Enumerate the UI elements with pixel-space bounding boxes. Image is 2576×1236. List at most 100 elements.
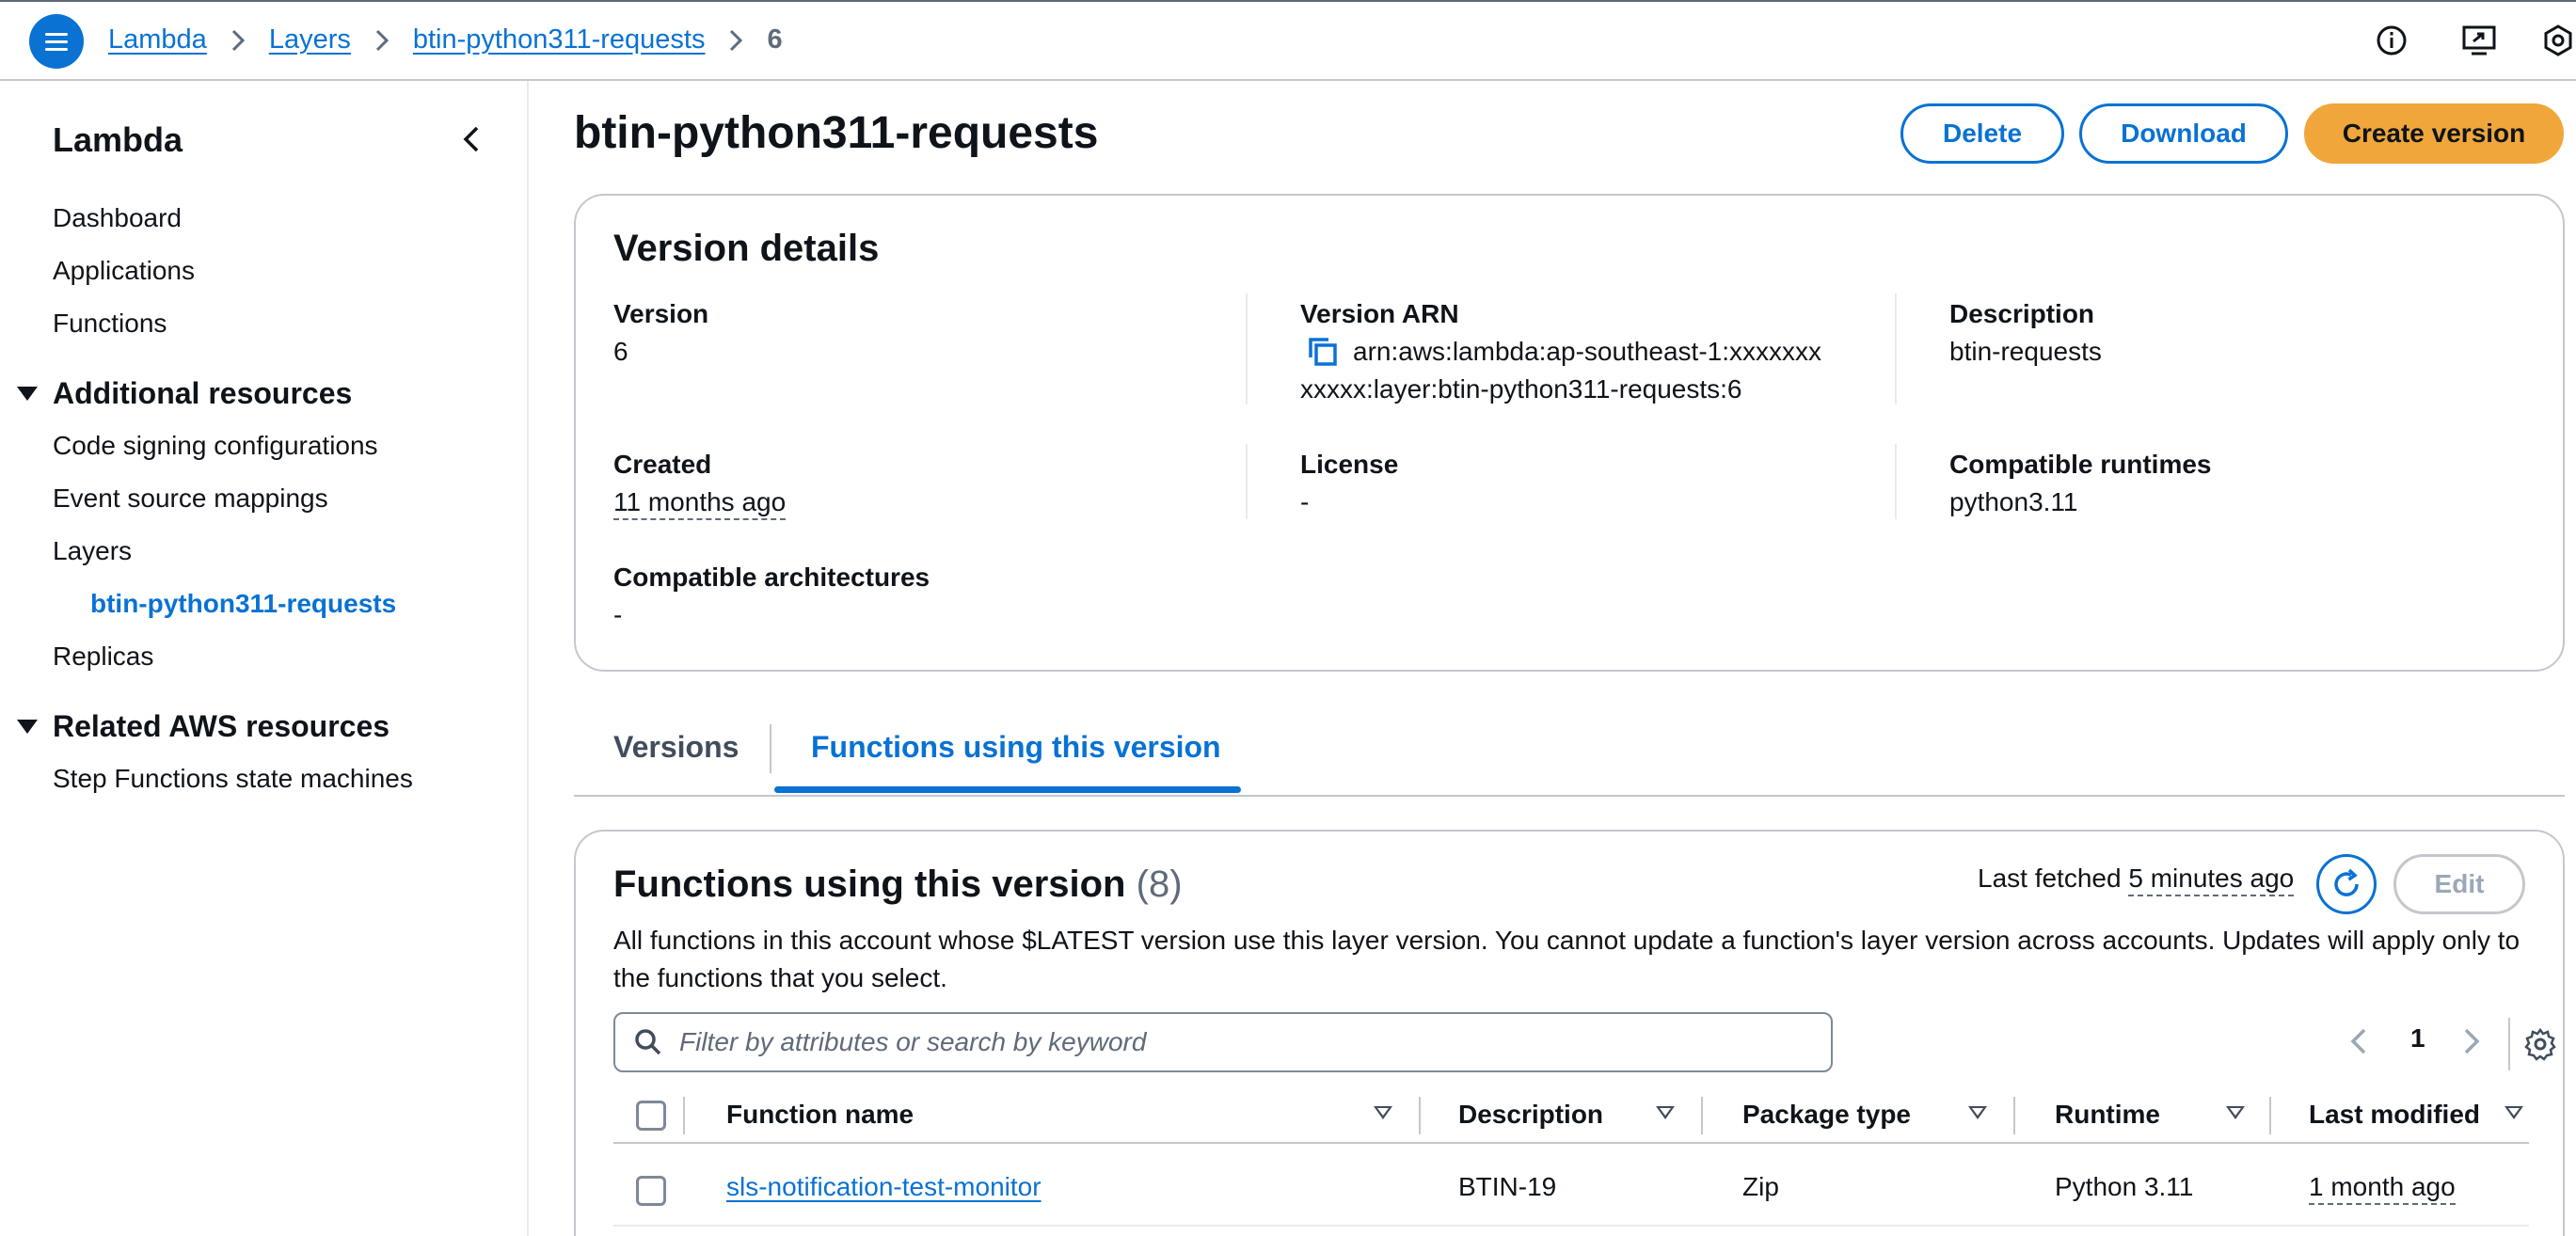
cell-package-type: Zip — [1742, 1172, 1779, 1201]
sidebar-item-functions[interactable]: Functions — [53, 309, 167, 339]
section-additional-resources[interactable]: Additional resources — [17, 376, 352, 411]
column-divider — [2269, 1097, 2271, 1134]
description-value: btin-requests — [1949, 337, 2102, 366]
caret-down-icon — [17, 720, 38, 734]
column-header-package-type[interactable]: Package type — [1742, 1100, 1911, 1130]
caret-down-icon — [17, 387, 38, 401]
compatible-architectures-label: Compatible architectures — [613, 563, 930, 592]
search-input[interactable]: Filter by attributes or search by keywor… — [613, 1012, 1833, 1072]
column-divider — [1246, 444, 1248, 519]
column-divider — [683, 1097, 685, 1134]
compatible-runtimes-label: Compatible runtimes — [1949, 450, 2212, 479]
search-icon — [635, 1029, 661, 1055]
column-header-description[interactable]: Description — [1458, 1100, 1603, 1130]
column-header-runtime[interactable]: Runtime — [2055, 1100, 2160, 1130]
breadcrumb-layer-name[interactable]: btin-python311-requests — [413, 24, 706, 55]
function-name-link[interactable]: sls-notification-test-monitor — [726, 1172, 1042, 1201]
sort-icon[interactable] — [1656, 1106, 1675, 1119]
sidebar-item-dashboard[interactable]: Dashboard — [53, 203, 182, 233]
created-label: Created — [613, 450, 712, 479]
sidebar-item-applications[interactable]: Applications — [53, 256, 195, 286]
section-related-aws-resources[interactable]: Related AWS resources — [17, 709, 390, 744]
column-divider — [1419, 1097, 1421, 1134]
refresh-button[interactable] — [2316, 854, 2377, 914]
breadcrumb: Lambda Layers btin-python311-requests 6 — [108, 24, 783, 55]
search-placeholder: Filter by attributes or search by keywor… — [679, 1027, 1147, 1056]
info-icon[interactable] — [2374, 23, 2409, 58]
breadcrumb-layers[interactable]: Layers — [269, 24, 351, 55]
column-divider — [1701, 1097, 1703, 1134]
delete-button[interactable]: Delete — [1900, 103, 2064, 164]
last-fetched: Last fetched 5 minutes ago — [1978, 864, 2295, 896]
table-header-divider — [613, 1142, 2529, 1144]
copy-icon[interactable] — [1306, 335, 1340, 369]
functions-count: (8) — [1136, 864, 1183, 905]
table-row: sls-notification-test-monitor — [726, 1172, 1042, 1202]
previous-page-icon[interactable] — [2350, 1027, 2373, 1057]
tabs-baseline — [574, 795, 2565, 797]
menu-icon[interactable] — [29, 14, 84, 69]
sort-icon[interactable] — [2226, 1106, 2245, 1119]
sidebar-item-active-layer[interactable]: btin-python311-requests — [90, 589, 396, 619]
breadcrumb-current-version: 6 — [767, 24, 783, 55]
column-divider — [1246, 293, 1248, 404]
created-value-wrapper: 11 months ago — [613, 487, 787, 520]
section-label: Additional resources — [53, 376, 353, 410]
main-content: btin-python311-requests Delete Download … — [529, 81, 2576, 1236]
column-header-last-modified[interactable]: Last modified — [2309, 1100, 2480, 1130]
sidebar-item-layers[interactable]: Layers — [53, 536, 132, 566]
license-label: License — [1300, 450, 1399, 479]
last-fetched-label: Last fetched — [1978, 864, 2122, 893]
sort-icon[interactable] — [1374, 1106, 1392, 1119]
cell-description: BTIN-19 — [1458, 1172, 1557, 1201]
column-divider — [1895, 444, 1897, 519]
column-header-function-name[interactable]: Function name — [726, 1100, 914, 1130]
version-value: 6 — [613, 337, 628, 366]
page-number[interactable]: 1 — [2410, 1023, 2425, 1054]
functions-panel-description: All functions in this account whose $LAT… — [613, 926, 2520, 992]
sidebar-item-event-source-mappings[interactable]: Event source mappings — [53, 483, 328, 514]
version-details-card: Version details Version 6 Version ARN ar… — [574, 194, 2565, 672]
compatible-architectures-value: - — [613, 600, 623, 629]
active-tab-indicator — [774, 786, 1241, 793]
sort-icon[interactable] — [2504, 1106, 2523, 1119]
page-title: btin-python311-requests — [574, 108, 1099, 158]
column-divider — [1895, 293, 1897, 404]
compatible-runtimes-value: python3.11 — [1949, 487, 2078, 516]
sidebar-item-code-signing[interactable]: Code signing configurations — [53, 431, 378, 461]
chevron-left-icon[interactable] — [457, 122, 485, 156]
functions-panel-title-text: Functions using this version — [613, 864, 1126, 905]
tab-divider — [770, 724, 771, 773]
settings-hexagon-icon[interactable] — [2540, 23, 2576, 58]
version-details-title: Version details — [613, 228, 880, 269]
sidebar-item-replicas[interactable]: Replicas — [53, 642, 153, 672]
section-label: Related AWS resources — [53, 709, 390, 743]
sidebar-item-step-functions[interactable]: Step Functions state machines — [53, 764, 413, 794]
download-button[interactable]: Download — [2079, 103, 2288, 164]
row-checkbox[interactable] — [636, 1176, 666, 1206]
last-fetched-value: 5 minutes ago — [2128, 864, 2295, 896]
pagination-divider — [2508, 1018, 2510, 1070]
tab-versions[interactable]: Versions — [613, 730, 739, 765]
edit-button[interactable]: Edit — [2393, 854, 2525, 914]
sidebar-title: Lambda — [53, 120, 183, 159]
row-divider — [613, 1225, 2529, 1227]
sort-icon[interactable] — [1968, 1106, 1987, 1119]
functions-table-card: Functions using this version (8) Last fe… — [574, 830, 2565, 1236]
create-version-button[interactable]: Create version — [2304, 103, 2564, 164]
cell-runtime: Python 3.11 — [2055, 1172, 2194, 1201]
screen-share-icon[interactable] — [2461, 23, 2497, 58]
chevron-right-icon — [729, 29, 743, 52]
version-arn-label: Version ARN — [1300, 299, 1459, 328]
next-page-icon[interactable] — [2463, 1027, 2486, 1057]
refresh-icon — [2334, 868, 2359, 896]
description-label: Description — [1949, 299, 2095, 328]
select-all-checkbox[interactable] — [636, 1101, 666, 1131]
gear-icon[interactable] — [2523, 1027, 2557, 1061]
breadcrumb-lambda[interactable]: Lambda — [108, 24, 207, 55]
tab-functions-using-this-version[interactable]: Functions using this version — [811, 730, 1221, 765]
side-navigation: Lambda Dashboard Applications Functions … — [0, 81, 529, 1236]
functions-panel-title: Functions using this version (8) — [613, 864, 1183, 906]
version-label: Version — [613, 299, 709, 328]
version-arn-line-1: arn:aws:lambda:ap-southeast-1:xxxxxxx — [1353, 337, 1821, 366]
